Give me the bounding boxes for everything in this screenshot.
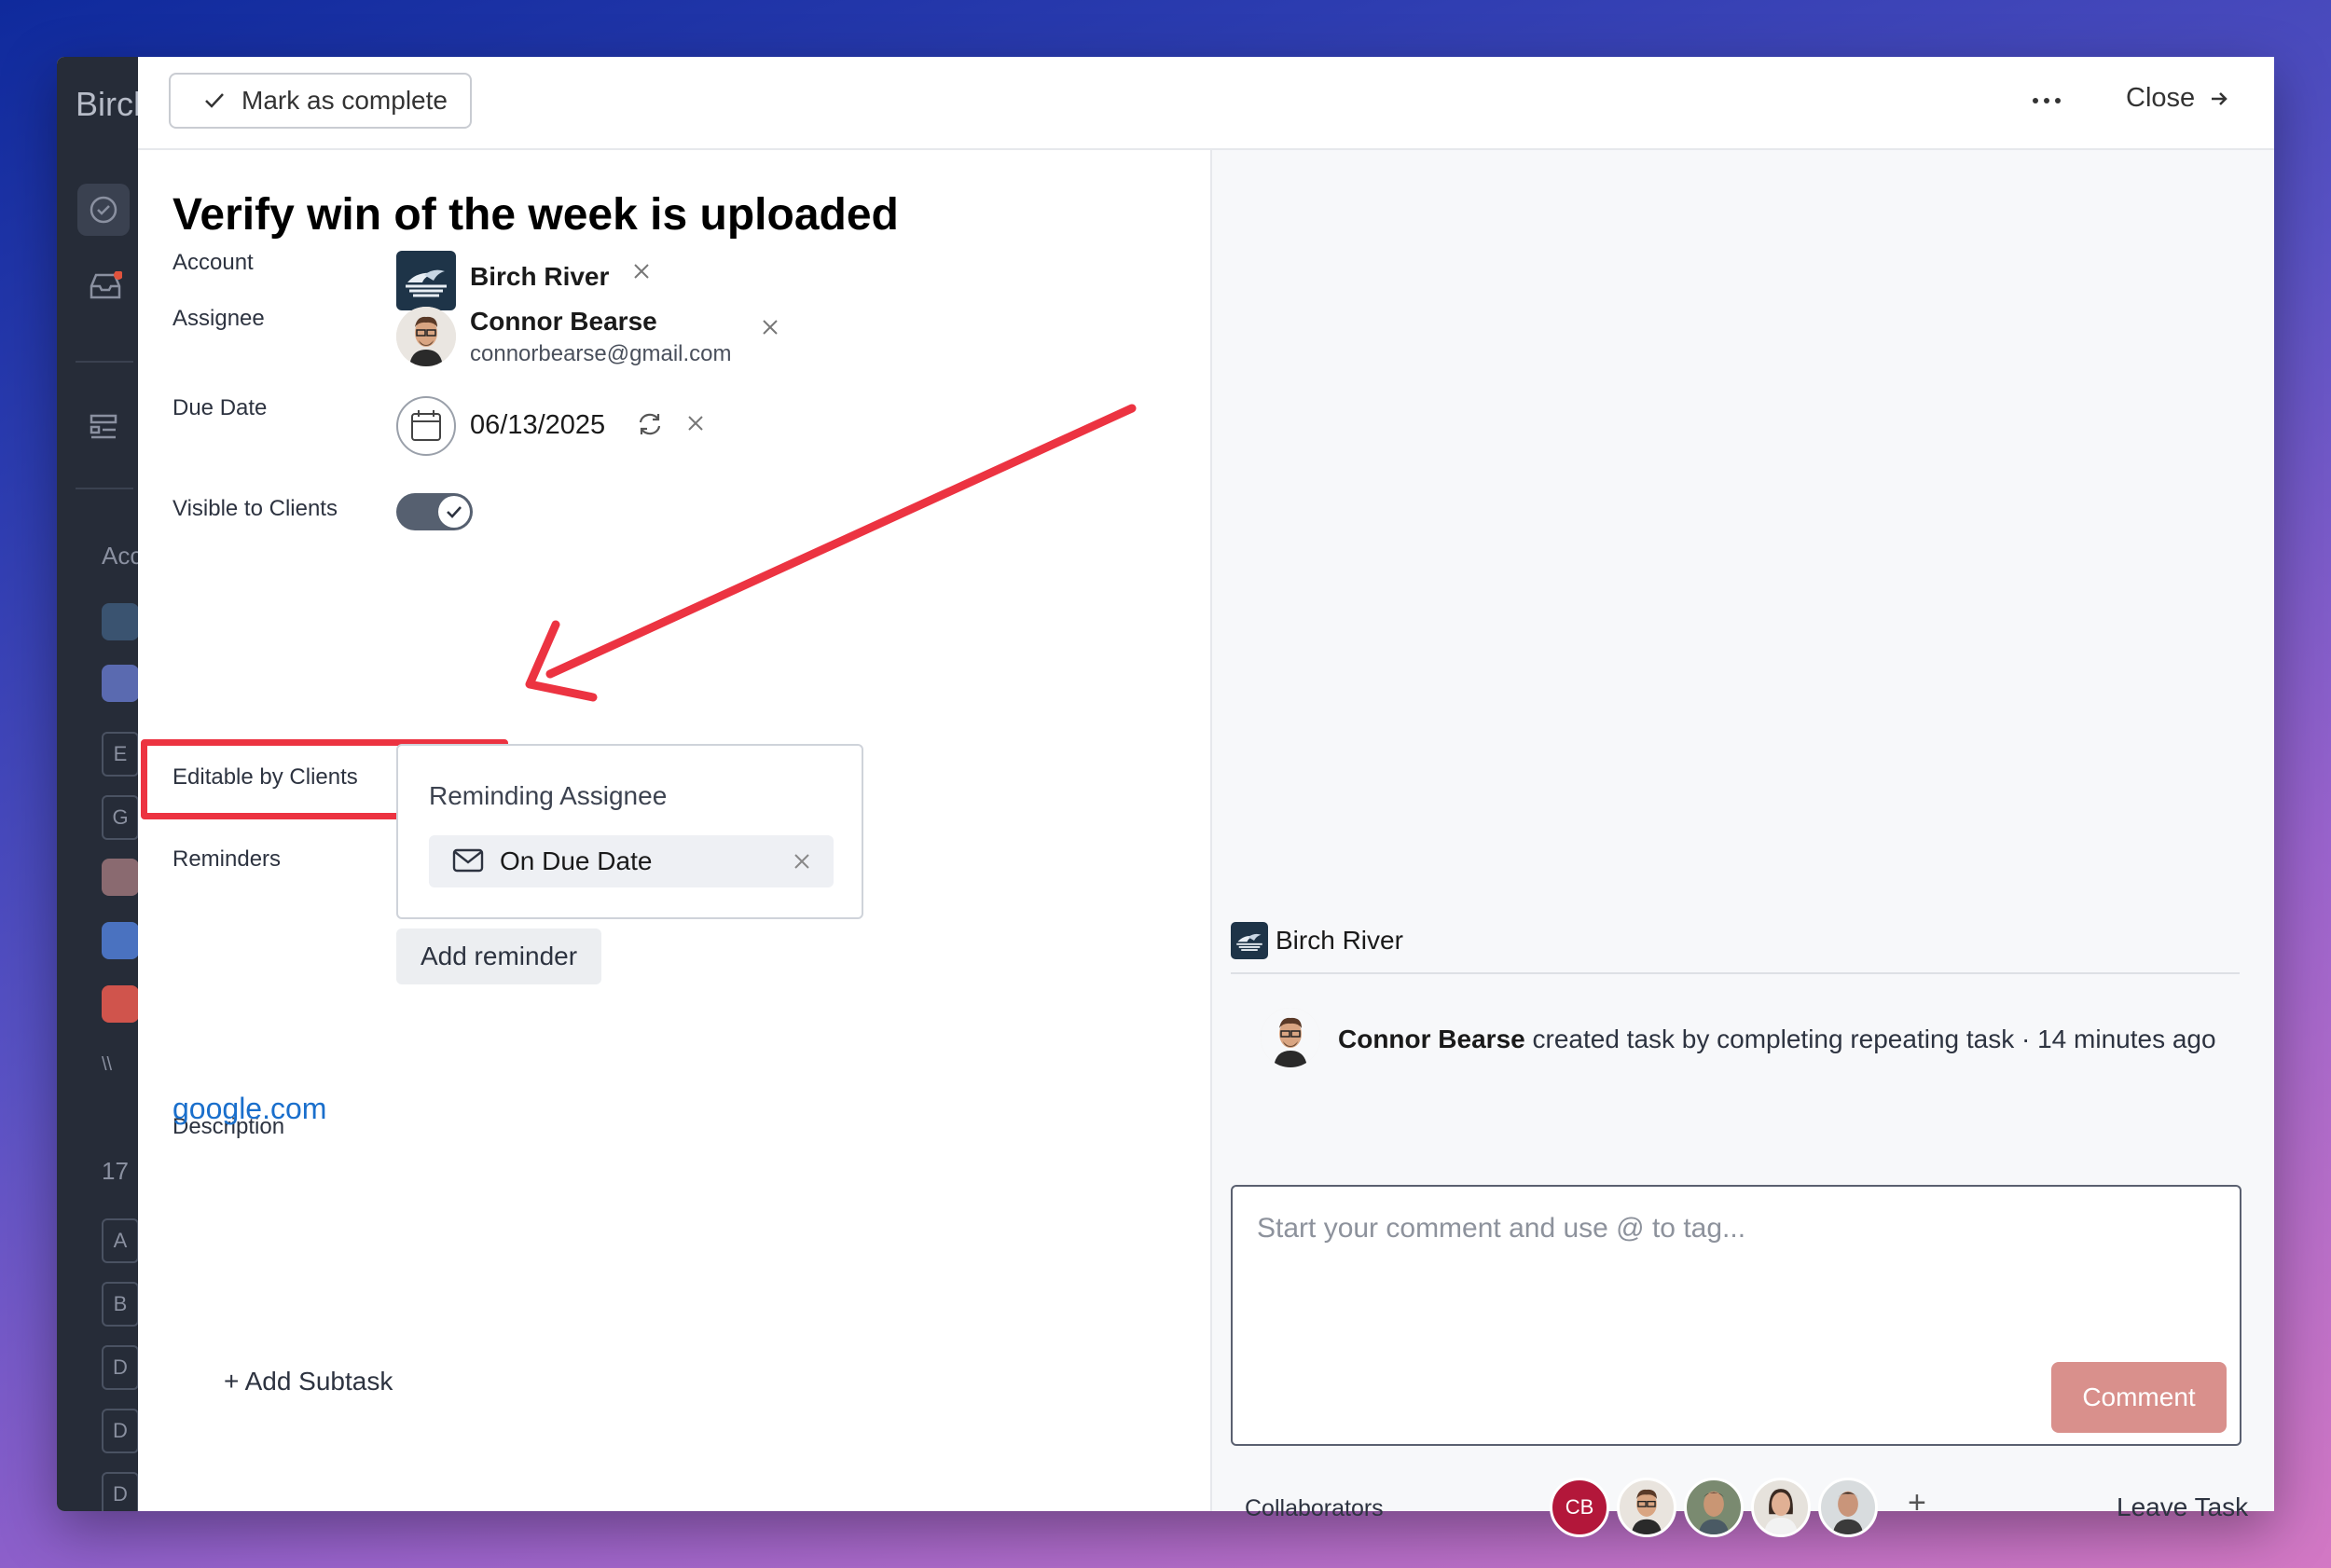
mark-complete-button[interactable]: Mark as complete xyxy=(169,73,472,129)
visible-to-clients-toggle[interactable] xyxy=(396,493,473,530)
assignee-email: connorbearse@gmail.com xyxy=(470,341,732,366)
collaborator-avatar[interactable] xyxy=(1617,1478,1676,1537)
due-date-label: Due Date xyxy=(172,395,268,420)
reminder-item[interactable]: On Due Date xyxy=(429,835,834,887)
account-label: Account xyxy=(172,250,254,275)
add-collaborator-icon[interactable]: + xyxy=(1908,1485,1926,1521)
activity-account-header: Birch River xyxy=(1231,922,1403,959)
collaborator-avatar[interactable] xyxy=(1684,1478,1744,1537)
background-account-mark: \\ xyxy=(102,1054,113,1075)
reminder-card: Reminding Assignee On Due Date xyxy=(396,744,863,919)
activity-actor[interactable]: Connor Bearse xyxy=(1338,1025,1525,1053)
task-title[interactable]: Verify win of the week is uploaded xyxy=(172,189,899,241)
description-link[interactable]: google.com xyxy=(172,1092,326,1126)
modal-toolbar: Mark as complete Close xyxy=(138,57,2274,150)
close-button[interactable]: Close xyxy=(2126,83,2228,114)
remove-assignee-icon[interactable] xyxy=(761,318,779,337)
account-logo xyxy=(1231,922,1268,959)
divider xyxy=(1231,972,2240,974)
background-account-chip[interactable]: G xyxy=(102,795,139,840)
background-account-avatar[interactable] xyxy=(102,985,139,1023)
activity-entry: Connor Bearse created task by completing… xyxy=(1338,1025,2216,1054)
activity-pane: Birch River Connor Bearse created task b… xyxy=(1210,150,2274,1537)
background-count: 17 xyxy=(102,1157,129,1185)
account-logo xyxy=(396,251,456,310)
activity-avatar xyxy=(1261,1008,1320,1067)
arrow-right-icon xyxy=(2212,91,2228,105)
background-account-avatar[interactable] xyxy=(102,665,139,702)
add-subtask-button[interactable]: + Add Subtask xyxy=(224,1367,393,1396)
comment-placeholder: Start your comment and use @ to tag... xyxy=(1257,1213,1746,1244)
assignee-name[interactable]: Connor Bearse xyxy=(470,307,657,337)
background-section-label: Acc xyxy=(102,542,143,570)
activity-text: created task by completing repeating tas… xyxy=(1524,1025,2216,1053)
background-account-chip[interactable]: A xyxy=(102,1218,139,1263)
close-label: Close xyxy=(2126,83,2196,113)
background-sidebar: Birch Acc E G \\ 17 A B D D D xyxy=(57,57,152,1511)
visible-to-clients-label: Visible to Clients xyxy=(172,496,338,521)
comment-input[interactable]: Start your comment and use @ to tag... C… xyxy=(1231,1185,2241,1446)
activity-account-name: Birch River xyxy=(1276,926,1403,955)
collaborator-avatar[interactable] xyxy=(1751,1478,1811,1537)
background-account-avatar[interactable] xyxy=(102,922,139,959)
task-details-pane: Verify win of the week is uploaded Accou… xyxy=(138,150,1210,1511)
add-reminder-button[interactable]: Add reminder xyxy=(396,928,601,984)
assignee-avatar xyxy=(396,307,456,366)
reminder-item-label: On Due Date xyxy=(500,846,653,875)
background-account-avatar[interactable] xyxy=(102,603,139,640)
mail-icon xyxy=(452,848,484,873)
remove-reminder-icon[interactable] xyxy=(793,852,811,871)
comment-button[interactable]: Comment xyxy=(2051,1362,2227,1433)
background-account-chip[interactable]: B xyxy=(102,1282,139,1327)
account-name[interactable]: Birch River xyxy=(470,262,609,292)
collaborators-label: Collaborators xyxy=(1245,1495,1384,1521)
background-account-chip[interactable]: D xyxy=(102,1409,139,1453)
due-date-value[interactable]: 06/13/2025 xyxy=(470,410,605,441)
inbox-nav-icon[interactable] xyxy=(77,260,130,312)
task-detail-modal: Mark as complete Close Verify win of the… xyxy=(138,57,2274,1537)
forms-nav-icon[interactable] xyxy=(77,402,130,454)
reminders-label: Reminders xyxy=(172,846,282,872)
tasks-nav-icon[interactable] xyxy=(77,184,130,236)
calendar-icon[interactable] xyxy=(396,396,456,456)
collaborator-avatar[interactable]: CB xyxy=(1550,1478,1609,1537)
repeat-icon[interactable] xyxy=(636,411,664,437)
remove-account-icon[interactable] xyxy=(632,262,651,281)
background-account-chip[interactable]: E xyxy=(102,732,139,777)
background-account-avatar[interactable] xyxy=(102,859,139,896)
remove-due-date-icon[interactable] xyxy=(686,414,705,433)
mark-complete-label: Mark as complete xyxy=(241,86,448,115)
more-options-icon[interactable] xyxy=(2021,83,2077,120)
checkmark-icon xyxy=(205,93,224,108)
editable-by-clients-label: Editable by Clients xyxy=(172,764,358,790)
leave-task-button[interactable]: Leave Task xyxy=(2117,1492,2248,1522)
reminder-card-title: Reminding Assignee xyxy=(429,781,668,810)
background-account-chip[interactable]: D xyxy=(102,1345,139,1390)
toggle-check-icon xyxy=(438,496,470,528)
background-account-chip[interactable]: D xyxy=(102,1472,139,1511)
assignee-label: Assignee xyxy=(172,306,265,331)
collaborator-avatar[interactable] xyxy=(1818,1478,1878,1537)
